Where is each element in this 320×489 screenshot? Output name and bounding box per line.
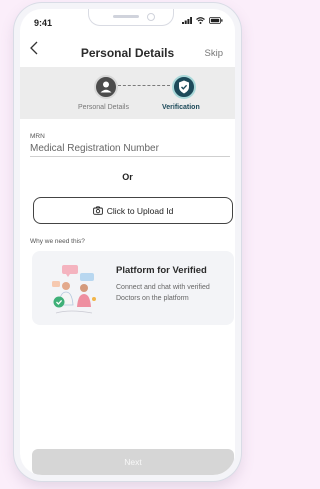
status-bar: 9:41: [20, 9, 235, 35]
upload-id-button[interactable]: Click to Upload Id: [33, 197, 233, 224]
phone-frame: 9:41 Personal Details Skip Personal Deta…: [14, 3, 241, 481]
signal-icon: [182, 17, 192, 24]
battery-icon: [209, 17, 223, 24]
card-description: Connect and chat with verified Doctors o…: [116, 284, 210, 302]
speaker-grille: [113, 15, 139, 18]
page-title: Personal Details: [80, 46, 175, 60]
phone-notch: [88, 9, 174, 26]
mrn-input[interactable]: [30, 140, 230, 157]
shield-check-icon: [172, 75, 196, 99]
skip-button[interactable]: Skip: [205, 48, 223, 59]
or-divider: Or: [122, 172, 133, 182]
why-text: Why we need this?: [30, 238, 85, 245]
verified-doctors-illustration: [46, 261, 106, 317]
mrn-label: MRN: [30, 133, 45, 140]
step-connector: [118, 85, 170, 86]
step-label-verification: Verification: [162, 104, 200, 111]
status-icons: [182, 17, 223, 24]
app-screen: 9:41 Personal Details Skip Personal Deta…: [20, 9, 235, 475]
upload-id-label: Click to Upload Id: [106, 205, 174, 216]
status-time: 9:41: [34, 18, 53, 28]
app-header: Personal Details Skip: [20, 37, 235, 67]
camera-icon: [92, 206, 103, 215]
progress-stepper: Personal Details Verification: [20, 67, 235, 119]
wifi-icon: [196, 17, 205, 24]
next-button[interactable]: Next: [32, 449, 234, 475]
card-title: Platform for Verified: [116, 265, 207, 276]
front-camera: [147, 13, 155, 21]
step-label-personal-details: Personal Details: [78, 104, 129, 111]
info-card: Platform for Verified Connect and chat w…: [32, 251, 234, 325]
person-icon: [94, 75, 118, 99]
